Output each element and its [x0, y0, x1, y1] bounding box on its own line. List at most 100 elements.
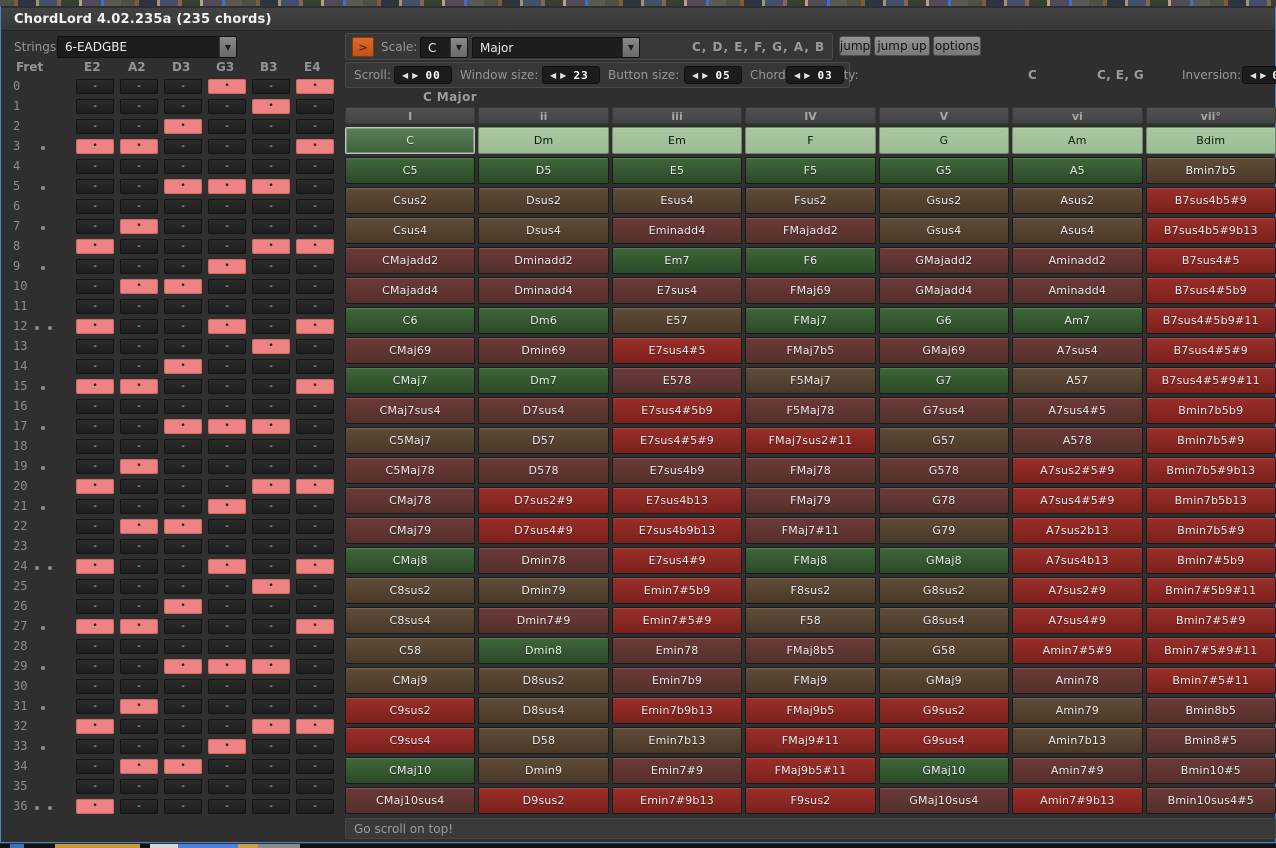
chord-button[interactable]: Amin79: [1012, 697, 1142, 724]
fret-cell[interactable]: -: [120, 339, 158, 354]
chord-button[interactable]: G9sus2: [879, 697, 1009, 724]
fret-cell[interactable]: •: [120, 759, 158, 774]
button-size-stepper[interactable]: ◀▶ 05: [684, 66, 742, 84]
chord-button[interactable]: FMaj8: [745, 547, 875, 574]
fret-cell[interactable]: •: [120, 379, 158, 394]
fret-cell[interactable]: -: [296, 459, 334, 474]
fret-cell[interactable]: -: [296, 179, 334, 194]
fret-cell[interactable]: -: [120, 119, 158, 134]
chord-button[interactable]: Emin7#5#9: [612, 607, 742, 634]
fret-cell[interactable]: •: [208, 739, 246, 754]
fret-cell[interactable]: •: [76, 139, 114, 154]
chord-button[interactable]: D8sus4: [478, 697, 608, 724]
chord-button[interactable]: C9sus4: [345, 727, 475, 754]
fret-cell[interactable]: •: [252, 179, 290, 194]
jump-up-button[interactable]: jump up: [874, 36, 930, 56]
fret-cell[interactable]: -: [120, 739, 158, 754]
fret-cell[interactable]: -: [120, 579, 158, 594]
fret-cell[interactable]: -: [208, 579, 246, 594]
fret-cell[interactable]: -: [296, 539, 334, 554]
fret-cell[interactable]: -: [120, 299, 158, 314]
fret-cell[interactable]: •: [76, 619, 114, 634]
fret-cell[interactable]: •: [208, 259, 246, 274]
chord-button[interactable]: Emin7b9: [612, 667, 742, 694]
fret-cell[interactable]: -: [208, 379, 246, 394]
chord-button[interactable]: F5Maj78: [745, 397, 875, 424]
chord-button[interactable]: Emin7#5b9: [612, 577, 742, 604]
chord-button[interactable]: Emin7#9: [612, 757, 742, 784]
chord-button[interactable]: D578: [478, 457, 608, 484]
fret-cell[interactable]: -: [296, 159, 334, 174]
fret-cell[interactable]: -: [252, 379, 290, 394]
chord-button[interactable]: GMajadd4: [879, 277, 1009, 304]
fret-cell[interactable]: •: [252, 659, 290, 674]
fret-cell[interactable]: -: [164, 259, 202, 274]
fret-cell[interactable]: -: [208, 479, 246, 494]
fret-cell[interactable]: -: [296, 279, 334, 294]
chord-button[interactable]: Bmin7#5#11: [1146, 667, 1276, 694]
chord-button[interactable]: F5: [745, 157, 875, 184]
fret-cell[interactable]: -: [208, 719, 246, 734]
fret-cell[interactable]: -: [208, 399, 246, 414]
chevron-down-icon[interactable]: ▼: [622, 38, 639, 57]
fret-cell[interactable]: -: [164, 459, 202, 474]
chord-button[interactable]: Dsus4: [478, 217, 608, 244]
chord-button[interactable]: GMaj10sus4: [879, 787, 1009, 814]
chord-button[interactable]: Em7: [612, 247, 742, 274]
fret-cell[interactable]: •: [296, 719, 334, 734]
fret-cell[interactable]: -: [208, 299, 246, 314]
fret-cell[interactable]: -: [76, 579, 114, 594]
fret-cell[interactable]: -: [208, 199, 246, 214]
chord-button[interactable]: Eminadd4: [612, 217, 742, 244]
chord-button[interactable]: Amin7#5#9: [1012, 637, 1142, 664]
chord-button[interactable]: Bmin7#5#9: [1146, 607, 1276, 634]
chord-button[interactable]: FMaj7sus2#11: [745, 427, 875, 454]
fret-cell[interactable]: -: [164, 199, 202, 214]
chord-button[interactable]: Bmin7#5#9#11: [1146, 637, 1276, 664]
fret-cell[interactable]: -: [252, 559, 290, 574]
fret-cell[interactable]: •: [296, 239, 334, 254]
chord-button[interactable]: G6: [879, 307, 1009, 334]
chord-button[interactable]: CMajadd2: [345, 247, 475, 274]
chord-button[interactable]: Bmin8b5: [1146, 697, 1276, 724]
fret-cell[interactable]: -: [120, 599, 158, 614]
fret-cell[interactable]: -: [208, 439, 246, 454]
chord-button[interactable]: Amin7#9b13: [1012, 787, 1142, 814]
chord-button[interactable]: G7: [879, 367, 1009, 394]
key-dropdown[interactable]: C ▼: [420, 37, 468, 58]
chord-button[interactable]: Gsus4: [879, 217, 1009, 244]
fret-cell[interactable]: -: [120, 159, 158, 174]
fret-cell[interactable]: •: [252, 579, 290, 594]
chord-button[interactable]: D57: [478, 427, 608, 454]
chord-button[interactable]: Bmin7b5#9: [1146, 427, 1276, 454]
fret-cell[interactable]: -: [252, 299, 290, 314]
chord-button[interactable]: Dm: [478, 127, 608, 154]
arrow-left-icon[interactable]: ◀: [792, 71, 802, 80]
chord-button[interactable]: Dmin8: [478, 637, 608, 664]
fret-cell[interactable]: -: [120, 639, 158, 654]
fret-cell[interactable]: -: [76, 299, 114, 314]
chord-button[interactable]: Csus2: [345, 187, 475, 214]
chord-button[interactable]: Dm6: [478, 307, 608, 334]
chord-button[interactable]: B7sus4#5: [1146, 247, 1276, 274]
chord-button[interactable]: Dmin78: [478, 547, 608, 574]
fret-cell[interactable]: -: [76, 119, 114, 134]
chord-button[interactable]: CMaj78: [345, 487, 475, 514]
chord-button[interactable]: E7sus4#5#9: [612, 427, 742, 454]
fret-cell[interactable]: -: [76, 199, 114, 214]
chord-button[interactable]: FMaj78: [745, 457, 875, 484]
chord-button[interactable]: Bmin10#5: [1146, 757, 1276, 784]
fret-cell[interactable]: -: [208, 679, 246, 694]
fret-cell[interactable]: -: [164, 239, 202, 254]
fret-cell[interactable]: -: [76, 539, 114, 554]
fret-cell[interactable]: -: [120, 259, 158, 274]
chord-button[interactable]: G9sus4: [879, 727, 1009, 754]
chord-button[interactable]: D7sus2#9: [478, 487, 608, 514]
fret-cell[interactable]: -: [252, 459, 290, 474]
fret-cell[interactable]: -: [164, 79, 202, 94]
fret-cell[interactable]: -: [252, 319, 290, 334]
fret-cell[interactable]: -: [120, 419, 158, 434]
chord-button[interactable]: E7sus4b9b13: [612, 517, 742, 544]
arrow-right-icon[interactable]: ▶: [410, 71, 420, 80]
fret-cell[interactable]: •: [164, 659, 202, 674]
